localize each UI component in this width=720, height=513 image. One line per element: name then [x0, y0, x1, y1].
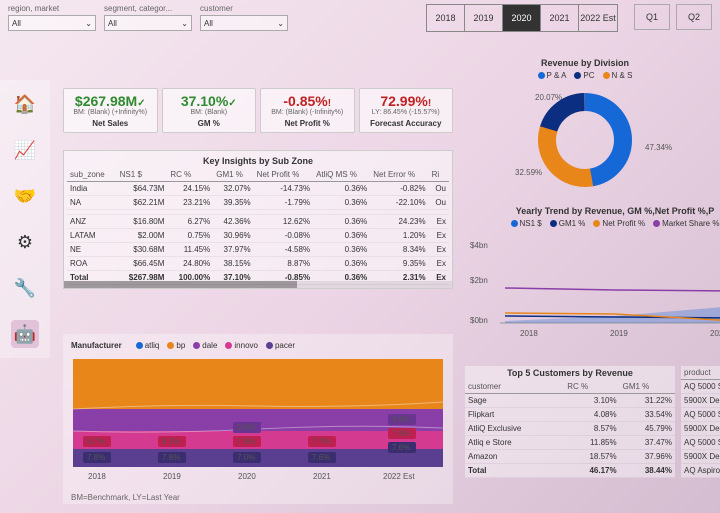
- filter-customer-select[interactable]: All⌄: [200, 15, 288, 31]
- robot-icon[interactable]: 🤖: [11, 320, 39, 348]
- svg-text:2022 Est: 2022 Est: [383, 472, 415, 481]
- svg-text:8.1%: 8.1%: [162, 437, 180, 446]
- svg-text:7.6%: 7.6%: [312, 453, 330, 462]
- svg-text:2020: 2020: [710, 329, 720, 338]
- quarter-q2[interactable]: Q2: [676, 4, 712, 30]
- kpi-row: $267.98M✓ BM: (Blank) (+Infinity%) Net S…: [63, 88, 453, 133]
- check-icon: ✓: [228, 98, 236, 109]
- footnote: BM=Benchmark, LY=Last Year: [71, 493, 180, 502]
- svg-text:9.9%: 9.9%: [392, 415, 410, 424]
- check-icon: ✓: [137, 98, 145, 109]
- insights-table: Key Insights by Sub Zone sub_zoneNS1 $RC…: [63, 150, 453, 289]
- alert-icon: !: [328, 98, 331, 109]
- filter-region-select[interactable]: All⌄: [8, 15, 96, 31]
- svg-text:7.9%: 7.9%: [392, 429, 410, 438]
- kpi-forecast: 72.99%! LY: 86.45% (-15.57%) Forecast Ac…: [359, 88, 454, 133]
- year-2020[interactable]: 2020: [503, 5, 541, 31]
- filter-customer: customer All⌄: [200, 4, 288, 31]
- svg-text:9.6%: 9.6%: [237, 423, 255, 432]
- svg-text:7.6%: 7.6%: [392, 443, 410, 452]
- svg-text:7.7%: 7.7%: [312, 437, 330, 446]
- chart-icon[interactable]: 📈: [11, 136, 39, 164]
- svg-text:$0bn: $0bn: [470, 316, 488, 325]
- svg-text:7.0%: 7.0%: [237, 453, 255, 462]
- svg-text:2018: 2018: [88, 472, 106, 481]
- yearly-trend: Yearly Trend by Revenue, GM %,Net Profit…: [465, 206, 720, 356]
- svg-text:$4bn: $4bn: [470, 241, 488, 250]
- svg-text:7.6%: 7.6%: [237, 437, 255, 446]
- gear-icon[interactable]: 🔧: [11, 274, 39, 302]
- quarter-q1[interactable]: Q1: [634, 4, 670, 30]
- svg-text:7.8%: 7.8%: [87, 453, 105, 462]
- svg-text:7.8%: 7.8%: [162, 453, 180, 462]
- home-icon[interactable]: 🏠: [11, 90, 39, 118]
- svg-text:8.7%: 8.7%: [87, 437, 105, 446]
- year-2021[interactable]: 2021: [541, 5, 579, 31]
- handshake-icon[interactable]: 🤝: [11, 182, 39, 210]
- year-tabs: 2018 2019 2020 2021 2022 Est: [426, 4, 618, 32]
- year-2022[interactable]: 2022 Est: [579, 5, 617, 31]
- year-2019[interactable]: 2019: [465, 5, 503, 31]
- svg-text:2021: 2021: [313, 472, 331, 481]
- manufacturer-chart: Manufactureratliqbpdaleinnovopacer 8.7% …: [63, 334, 453, 504]
- svg-text:2019: 2019: [610, 329, 628, 338]
- network-icon[interactable]: ⚙: [11, 228, 39, 256]
- chevron-down-icon: ⌄: [181, 19, 188, 28]
- filter-region: region, market All⌄: [8, 4, 96, 31]
- svg-text:2020: 2020: [238, 472, 256, 481]
- kpi-net-sales: $267.98M✓ BM: (Blank) (+Infinity%) Net S…: [63, 88, 158, 133]
- alert-icon: !: [428, 98, 431, 109]
- sidebar: 🏠 📈 🤝 ⚙ 🔧 🤖: [0, 80, 50, 358]
- year-2018[interactable]: 2018: [427, 5, 465, 31]
- filter-segment: segment, categor... All⌄: [104, 4, 192, 31]
- kpi-gm: 37.10%✓ BM: (Blank) GM %: [162, 88, 257, 133]
- svg-text:2018: 2018: [520, 329, 538, 338]
- svg-text:32.59%: 32.59%: [515, 168, 542, 177]
- kpi-net-profit: -0.85%! BM: (Blank) (-Infinity%) Net Pro…: [260, 88, 355, 133]
- revenue-by-division: Revenue by Division P & APCN & S 20.07% …: [465, 58, 705, 198]
- top-customers: Top 5 Customers by Revenue customerRC %G…: [465, 366, 675, 478]
- svg-text:$2bn: $2bn: [470, 276, 488, 285]
- scrollbar[interactable]: [64, 281, 452, 288]
- filter-segment-select[interactable]: All⌄: [104, 15, 192, 31]
- svg-text:47.34%: 47.34%: [645, 143, 672, 152]
- chevron-down-icon: ⌄: [277, 19, 284, 28]
- svg-text:2019: 2019: [163, 472, 181, 481]
- svg-text:20.07%: 20.07%: [535, 93, 562, 102]
- product-list: productAQ 5000 Se5900X DeslAQ 5000 Se590…: [681, 366, 720, 478]
- chevron-down-icon: ⌄: [85, 19, 92, 28]
